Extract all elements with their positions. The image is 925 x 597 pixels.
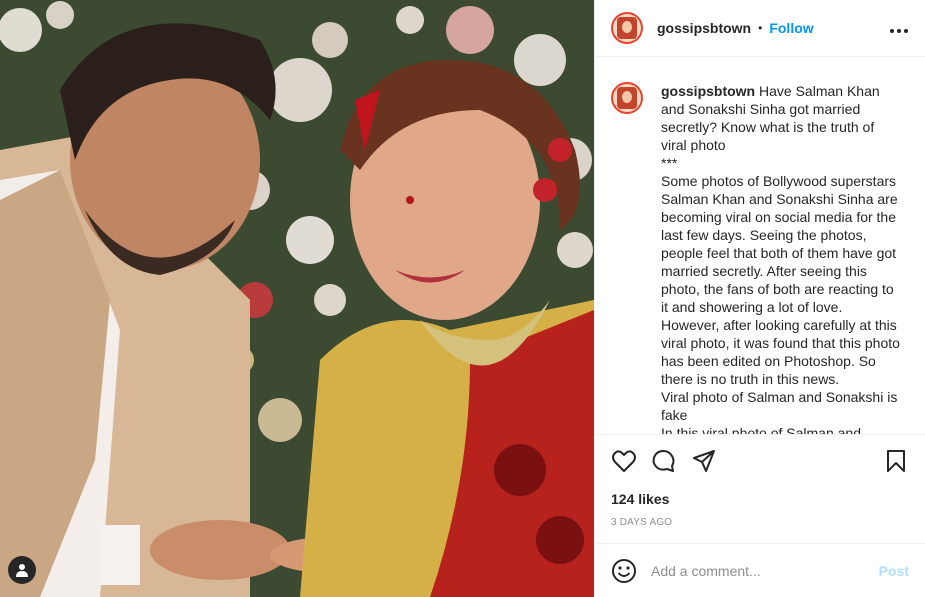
post-comment-button[interactable]: Post xyxy=(879,563,909,579)
person-icon xyxy=(16,564,28,577)
follow-button[interactable]: Follow xyxy=(769,20,813,36)
post-timestamp[interactable]: 3 DAYS AGO xyxy=(611,517,909,528)
post-photo[interactable] xyxy=(0,0,594,597)
paper-plane-icon[interactable] xyxy=(691,448,717,474)
comment-bubble-icon[interactable] xyxy=(651,448,677,474)
caption-text: gossipsbtown Have Salman Khan and Sonaks… xyxy=(661,82,901,434)
separator-dot: • xyxy=(758,21,763,35)
comment-input[interactable] xyxy=(651,562,861,579)
photo-illustration xyxy=(0,0,594,597)
action-icons xyxy=(611,435,909,487)
caption-avatar[interactable] xyxy=(611,82,643,114)
comment-bar: Post xyxy=(595,543,925,597)
heart-icon[interactable] xyxy=(611,448,637,474)
post-header: gossipsbtown • Follow xyxy=(595,0,925,57)
username-link[interactable]: gossipsbtown xyxy=(657,20,751,36)
caption-scroll-area[interactable]: gossipsbtown Have Salman Khan and Sonaks… xyxy=(595,58,925,434)
caption-username[interactable]: gossipsbtown xyxy=(661,83,755,99)
post-actions: 124 likes 3 DAYS AGO xyxy=(595,434,925,544)
post-sidebar: gossipsbtown • Follow gossipsbtown Have … xyxy=(594,0,925,597)
caption-body: Have Salman Khan and Sonakshi Sinha got … xyxy=(661,83,900,434)
likes-count[interactable]: 124 likes xyxy=(611,491,909,507)
caption: gossipsbtown Have Salman Khan and Sonaks… xyxy=(611,82,909,434)
bookmark-icon[interactable] xyxy=(883,448,909,474)
more-options-icon[interactable] xyxy=(889,18,909,39)
user-tag-button[interactable] xyxy=(8,556,36,584)
avatar[interactable] xyxy=(611,12,643,44)
smiley-icon[interactable] xyxy=(611,558,637,584)
